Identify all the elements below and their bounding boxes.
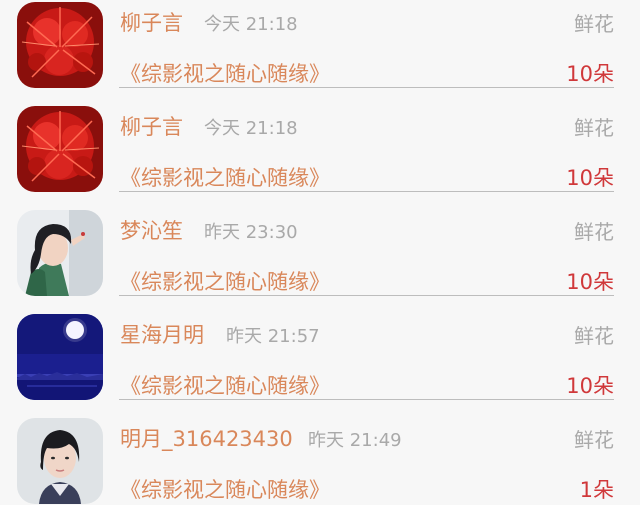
send-time: 昨天 21:49	[308, 430, 402, 451]
send-time: 今天 21:18	[204, 118, 298, 139]
book-title[interactable]: 《综影视之随心随缘》	[120, 474, 330, 504]
woman-portrait-avatar-icon	[17, 418, 103, 504]
divider	[119, 399, 614, 400]
gift-count: 10朵	[566, 166, 614, 190]
sender-name[interactable]: 明月_316423430	[120, 423, 293, 453]
sender-name[interactable]: 星海月明	[120, 319, 204, 349]
red-flower-avatar-icon	[17, 2, 103, 88]
sender-name[interactable]: 柳子言	[120, 111, 183, 141]
sender-name[interactable]: 梦沁笙	[120, 215, 183, 245]
gift-count: 10朵	[566, 374, 614, 398]
list-item[interactable]: 柳子言 今天 21:18 鲜花 《综影视之随心随缘》 10朵	[0, 104, 640, 208]
red-flower-avatar-icon	[17, 106, 103, 192]
list-item[interactable]: 明月_316423430 昨天 21:49 鲜花 《综影视之随心随缘》 1朵	[0, 416, 640, 505]
avatar[interactable]	[17, 314, 103, 400]
book-title[interactable]: 《综影视之随心随缘》	[120, 58, 330, 88]
list-item[interactable]: 梦沁笙 昨天 23:30 鲜花 《综影视之随心随缘》 10朵	[0, 208, 640, 312]
divider	[119, 295, 614, 296]
send-time: 今天 21:18	[204, 14, 298, 35]
moon-night-avatar-icon	[17, 314, 103, 400]
sender-name[interactable]: 柳子言	[120, 7, 183, 37]
gift-count: 10朵	[566, 270, 614, 294]
gift-count: 10朵	[566, 62, 614, 86]
girl-portrait-avatar-icon	[17, 210, 103, 296]
book-title[interactable]: 《综影视之随心随缘》	[120, 266, 330, 296]
divider	[119, 191, 614, 192]
send-time: 昨天 21:57	[226, 326, 320, 347]
book-title[interactable]: 《综影视之随心随缘》	[120, 370, 330, 400]
avatar[interactable]	[17, 106, 103, 192]
book-title[interactable]: 《综影视之随心随缘》	[120, 162, 330, 192]
gift-type: 鲜花	[574, 220, 614, 244]
gift-record-list: 柳子言 今天 21:18 鲜花 《综影视之随心随缘》 10朵 柳子言 今天 21…	[0, 0, 640, 505]
avatar[interactable]	[17, 210, 103, 296]
gift-type: 鲜花	[574, 12, 614, 36]
gift-type: 鲜花	[574, 116, 614, 140]
list-item[interactable]: 星海月明 昨天 21:57 鲜花 《综影视之随心随缘》 10朵	[0, 312, 640, 416]
avatar[interactable]	[17, 418, 103, 504]
list-item[interactable]: 柳子言 今天 21:18 鲜花 《综影视之随心随缘》 10朵	[0, 0, 640, 104]
send-time: 昨天 23:30	[204, 222, 298, 243]
avatar[interactable]	[17, 2, 103, 88]
gift-count: 1朵	[579, 478, 614, 502]
gift-type: 鲜花	[574, 324, 614, 348]
divider	[119, 87, 614, 88]
gift-type: 鲜花	[574, 428, 614, 452]
